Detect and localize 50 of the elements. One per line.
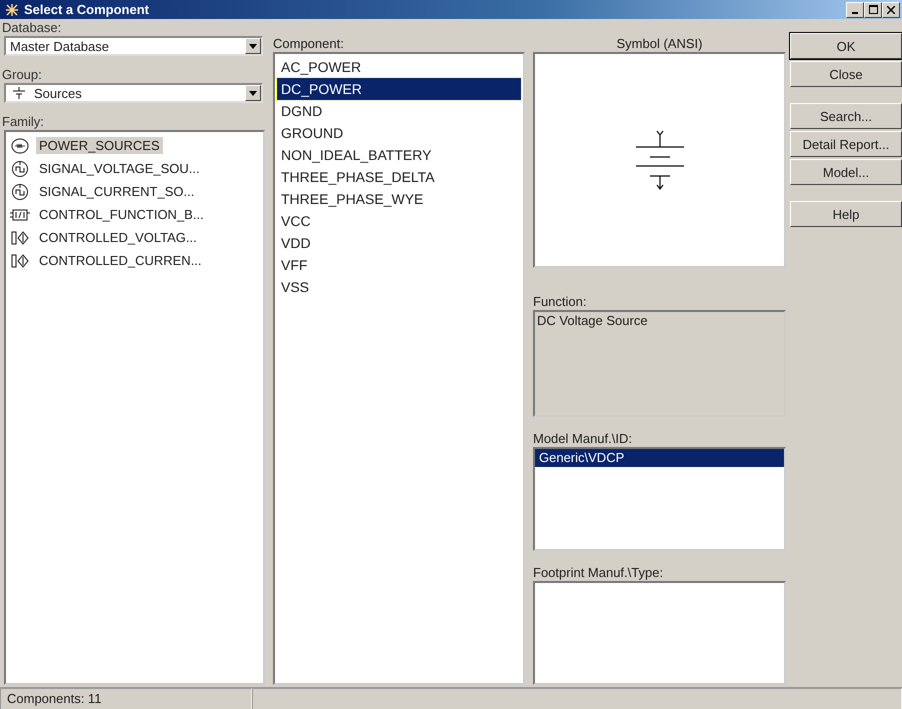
family-item[interactable]: CONTROLLED_CURREN... — [36, 252, 205, 269]
component-item[interactable]: AC_POWER — [277, 56, 521, 78]
component-item[interactable]: VSS — [277, 276, 521, 298]
dialog-button[interactable]: Model... — [790, 159, 902, 185]
dialog-button[interactable]: Search... — [790, 103, 902, 129]
status-text: Components: 11 — [0, 688, 252, 709]
window-title: Select a Component — [24, 2, 150, 17]
family-label: Family: — [2, 113, 45, 130]
symbol-label: Symbol (ANSI) — [616, 35, 704, 52]
maximize-button[interactable] — [864, 2, 882, 18]
minimize-icon — [852, 12, 858, 14]
function-label: Function: — [533, 294, 588, 310]
component-item[interactable]: VCC — [277, 210, 521, 232]
signal-source-icon — [10, 182, 30, 200]
group-dropdown[interactable]: Sources — [4, 83, 263, 103]
component-item[interactable]: GROUND — [277, 122, 521, 144]
dialog-button[interactable]: OK — [790, 33, 902, 59]
component-item[interactable]: VFF — [277, 254, 521, 276]
group-label: Group: — [2, 66, 43, 83]
dialog-button[interactable]: Close — [790, 61, 902, 87]
minimize-button[interactable] — [846, 2, 864, 18]
source-icon — [10, 86, 28, 100]
component-item[interactable]: VDD — [277, 232, 521, 254]
component-item[interactable]: NON_IDEAL_BATTERY — [277, 144, 521, 166]
dialog-button[interactable]: Help — [790, 201, 902, 227]
family-item[interactable]: POWER_SOURCES — [36, 137, 163, 154]
footprint-label: Footprint Manuf.\Type: — [533, 564, 664, 581]
component-label: Component: — [273, 35, 345, 52]
maximize-icon — [868, 5, 878, 14]
function-text: DC Voltage Source — [537, 313, 648, 328]
power-source-icon — [10, 136, 30, 154]
component-item[interactable]: DGND — [277, 100, 521, 122]
controlled-source-icon — [10, 228, 30, 246]
database-dropdown[interactable]: Master Database — [4, 36, 263, 56]
component-item[interactable]: DC_POWER — [277, 78, 521, 100]
component-item[interactable]: THREE_PHASE_DELTA — [277, 166, 521, 188]
controlled-source-icon — [10, 252, 30, 270]
model-label: Model Manuf.\ID: — [533, 430, 633, 446]
close-button[interactable] — [882, 2, 900, 18]
dialog-button[interactable]: Detail Report... — [790, 131, 902, 157]
family-item[interactable]: CONTROLLED_VOLTAG... — [36, 229, 200, 246]
component-item[interactable]: THREE_PHASE_WYE — [277, 188, 521, 210]
family-item[interactable]: SIGNAL_CURRENT_SO... — [36, 183, 198, 200]
family-item[interactable]: SIGNAL_VOLTAGE_SOU... — [36, 160, 203, 177]
app-icon — [4, 2, 20, 16]
close-icon — [887, 6, 895, 14]
signal-source-icon — [10, 160, 30, 178]
database-label: Database: — [2, 19, 62, 36]
model-item[interactable]: Generic\VDCP — [535, 448, 784, 466]
family-item[interactable]: CONTROL_FUNCTION_B... — [36, 206, 207, 223]
